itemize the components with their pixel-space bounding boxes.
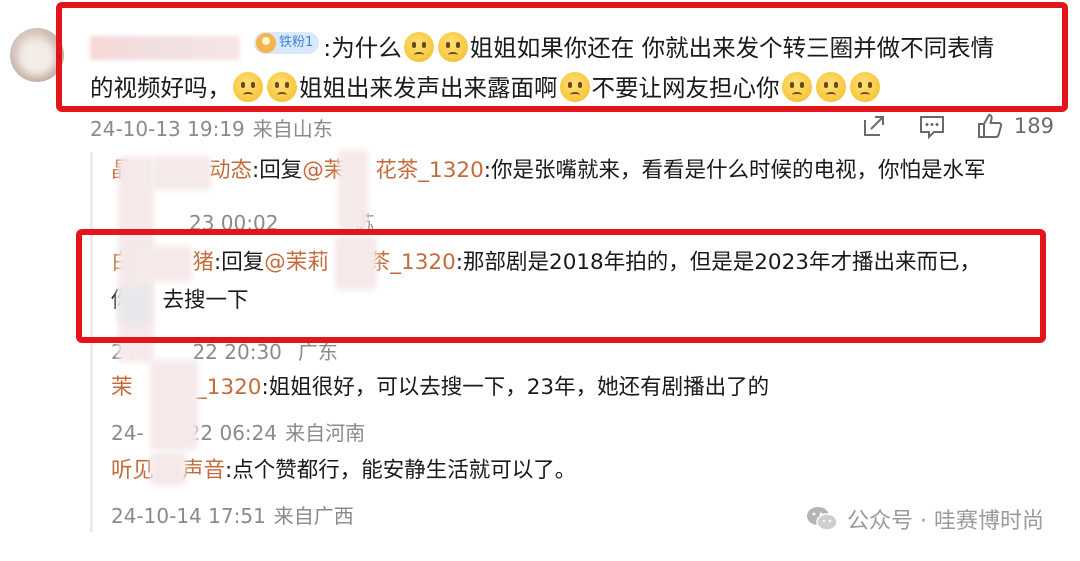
reply-body: :姐姐很好，可以去搜一下，23年，她还有剧播出了的 xyxy=(261,375,770,400)
reply-item: 茉茶_1320:姐姐很好，可以去搜一下，23年，她还有剧播出了的 xyxy=(111,369,769,407)
reply-date: 22 06:24 xyxy=(187,421,278,445)
reply-mention-tail[interactable]: 花茶_1320 xyxy=(375,158,483,183)
reply-author[interactable]: 听见 xyxy=(111,458,154,483)
reply-meta: 24-10-14 17:51 来自广西 xyxy=(111,500,362,529)
highlight-box xyxy=(56,2,1068,112)
reply-date: 22 20:30 xyxy=(192,340,282,364)
reply-body: :点个赞都行，能安静生活就可以了。 xyxy=(225,458,577,483)
reply-author[interactable]: 茉 xyxy=(111,375,133,400)
weibo-comment-thread: 铁粉1:为什么 姐姐如果你还在 你就出来发个转三圈并做不同表情 的视频好吗， 姐姐出来… xyxy=(0,0,1080,561)
privacy-blur xyxy=(150,360,198,450)
thumbs-up-icon xyxy=(977,114,1003,138)
comment-icon[interactable] xyxy=(918,112,946,140)
privacy-blur xyxy=(153,156,211,190)
reply-body: :你是张嘴就来，看看是什么时候的电视，你怕是水军 xyxy=(483,158,986,183)
reply-author[interactable]: 动态 xyxy=(209,158,252,183)
watermark: 公众号 · 哇赛博时尚 xyxy=(805,503,1044,535)
highlight-box xyxy=(76,229,1046,343)
reply-date: 24-10-14 17:51 xyxy=(111,504,266,528)
privacy-blur xyxy=(338,150,368,230)
reply-author-tail[interactable]: 声音 xyxy=(182,458,225,483)
comment-location: 来自山东 xyxy=(252,117,333,141)
main-comment-meta: 24-10-13 19:19 来自山东 xyxy=(90,113,341,142)
reply-date-head: 24- xyxy=(111,421,144,445)
watermark-text: 公众号 · 哇赛博时尚 xyxy=(847,509,1044,534)
reply-location: 来自河南 xyxy=(285,421,366,445)
reply-location: 来自广西 xyxy=(273,504,354,528)
reply-location: 广东 xyxy=(297,340,338,364)
wechat-icon xyxy=(807,507,838,531)
comment-date: 24-10-13 19:19 xyxy=(90,117,245,141)
comment-actions: 189 xyxy=(860,112,1054,140)
reply-item: 晶动态:回复@茉花茶_1320:你是张嘴就来，看看是什么时候的电视，你怕是水军 xyxy=(111,152,986,190)
like-button[interactable]: 189 xyxy=(976,112,1054,140)
share-icon[interactable] xyxy=(860,112,888,140)
reply-prefix: :回复 xyxy=(252,158,303,183)
like-count: 189 xyxy=(1013,114,1054,138)
privacy-blur xyxy=(150,452,186,486)
